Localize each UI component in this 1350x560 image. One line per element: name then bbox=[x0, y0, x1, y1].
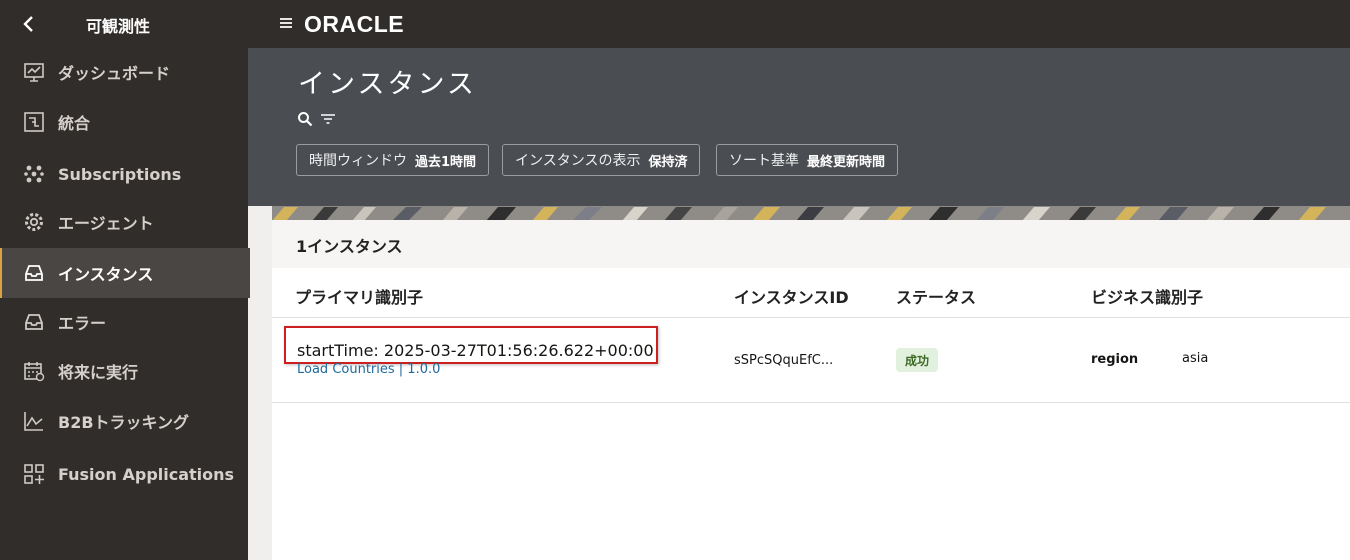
sidebar-item-label: インスタンス bbox=[58, 265, 154, 284]
agent-gear-icon bbox=[23, 211, 45, 233]
filter-chip-time-window[interactable]: 時間ウィンドウ 過去1時間 bbox=[296, 144, 490, 176]
sidebar-item-b2b-tracking[interactable]: B2Bトラッキング bbox=[0, 396, 248, 446]
sidebar-item-label: 統合 bbox=[58, 114, 91, 133]
primary-identifier: startTime: 2025-03-27T01:56:26.622+00:00 bbox=[297, 341, 654, 360]
filter-icon[interactable] bbox=[320, 111, 336, 127]
instance-id[interactable]: sSPcSQquEfC... bbox=[734, 353, 833, 368]
sidebar-item-scheduled[interactable]: 将来に実行 bbox=[0, 346, 248, 396]
apps-grid-icon bbox=[23, 463, 45, 485]
sidebar-item-dashboard[interactable]: ダッシュボード bbox=[0, 47, 248, 97]
chevron-left-icon[interactable] bbox=[18, 13, 40, 35]
chip-label: 時間ウィンドウ bbox=[309, 153, 407, 169]
dashboard-icon bbox=[23, 61, 45, 83]
instance-count: 1インスタンス bbox=[296, 237, 403, 256]
business-value: asia bbox=[1182, 351, 1209, 366]
divider bbox=[272, 402, 1350, 403]
page-header: インスタンス 時間ウィンドウ 過去1時間 インスタンスの表示 保持済 ソート基準… bbox=[248, 48, 1350, 206]
page-title: インスタンス bbox=[298, 69, 477, 100]
integration-icon bbox=[23, 111, 45, 133]
chip-label: インスタンスの表示 bbox=[515, 153, 641, 169]
column-header-business-id[interactable]: ビジネス識別子 bbox=[1091, 284, 1203, 308]
sidebar-item-agents[interactable]: エージェント bbox=[0, 197, 248, 247]
chip-label: ソート基準 bbox=[729, 153, 799, 169]
subscriptions-icon bbox=[23, 163, 45, 185]
integration-link[interactable]: Load Countries | 1.0.0 bbox=[297, 362, 440, 377]
sidebar-item-errors[interactable]: エラー bbox=[0, 297, 248, 347]
filter-chip-sort-by[interactable]: ソート基準 最終更新時間 bbox=[716, 144, 899, 176]
column-header-primary-id[interactable]: プライマリ識別子 bbox=[295, 284, 423, 308]
calendar-icon bbox=[23, 360, 45, 382]
hamburger-menu-icon[interactable] bbox=[279, 16, 293, 30]
sidebar-item-label: エラー bbox=[58, 314, 107, 333]
divider bbox=[272, 317, 1350, 318]
top-bar: ORACLE bbox=[248, 0, 1350, 48]
sidebar-item-label: エージェント bbox=[58, 214, 154, 233]
column-header-instance-id[interactable]: インスタンスID bbox=[734, 284, 849, 308]
sidebar-item-label: Subscriptions bbox=[58, 164, 182, 184]
line-chart-icon bbox=[23, 410, 45, 432]
oracle-logo[interactable]: ORACLE bbox=[304, 12, 428, 36]
sidebar-title: 可観測性 bbox=[86, 17, 151, 36]
column-header-status[interactable]: ステータス bbox=[896, 284, 976, 308]
sidebar-item-label: ダッシュボード bbox=[58, 64, 171, 83]
inbox-icon bbox=[23, 311, 45, 333]
chip-value: 過去1時間 bbox=[415, 154, 477, 170]
business-key: region bbox=[1091, 352, 1139, 367]
instance-count-bar: 1インスタンス bbox=[272, 220, 1350, 268]
chip-value: 保持済 bbox=[648, 154, 688, 170]
sidebar-item-label: Fusion Applications bbox=[58, 464, 235, 484]
sidebar-item-subscriptions[interactable]: Subscriptions bbox=[0, 149, 248, 199]
sidebar: 可観測性 ダッシュボード 統合 Subscriptions エージェント インス… bbox=[0, 0, 250, 560]
sidebar-item-integrations[interactable]: 統合 bbox=[0, 97, 248, 147]
search-icon[interactable] bbox=[297, 111, 313, 127]
sidebar-item-label: 将来に実行 bbox=[58, 363, 139, 382]
decorative-pattern-band bbox=[272, 206, 1350, 220]
inbox-icon bbox=[23, 262, 45, 284]
sidebar-item-label: B2Bトラッキング bbox=[58, 413, 190, 432]
filter-chip-instance-display[interactable]: インスタンスの表示 保持済 bbox=[502, 144, 701, 176]
sidebar-item-instances[interactable]: インスタンス bbox=[0, 248, 250, 298]
sidebar-header: 可観測性 bbox=[0, 0, 248, 48]
svg-text:ORACLE: ORACLE bbox=[304, 12, 404, 36]
chip-value: 最終更新時間 bbox=[807, 154, 886, 170]
sidebar-item-fusion-applications[interactable]: Fusion Applications bbox=[0, 449, 248, 499]
instances-panel: 1インスタンス プライマリ識別子 インスタンスID ステータス ビジネス識別子 … bbox=[272, 220, 1350, 560]
status-badge: 成功 bbox=[896, 348, 939, 372]
